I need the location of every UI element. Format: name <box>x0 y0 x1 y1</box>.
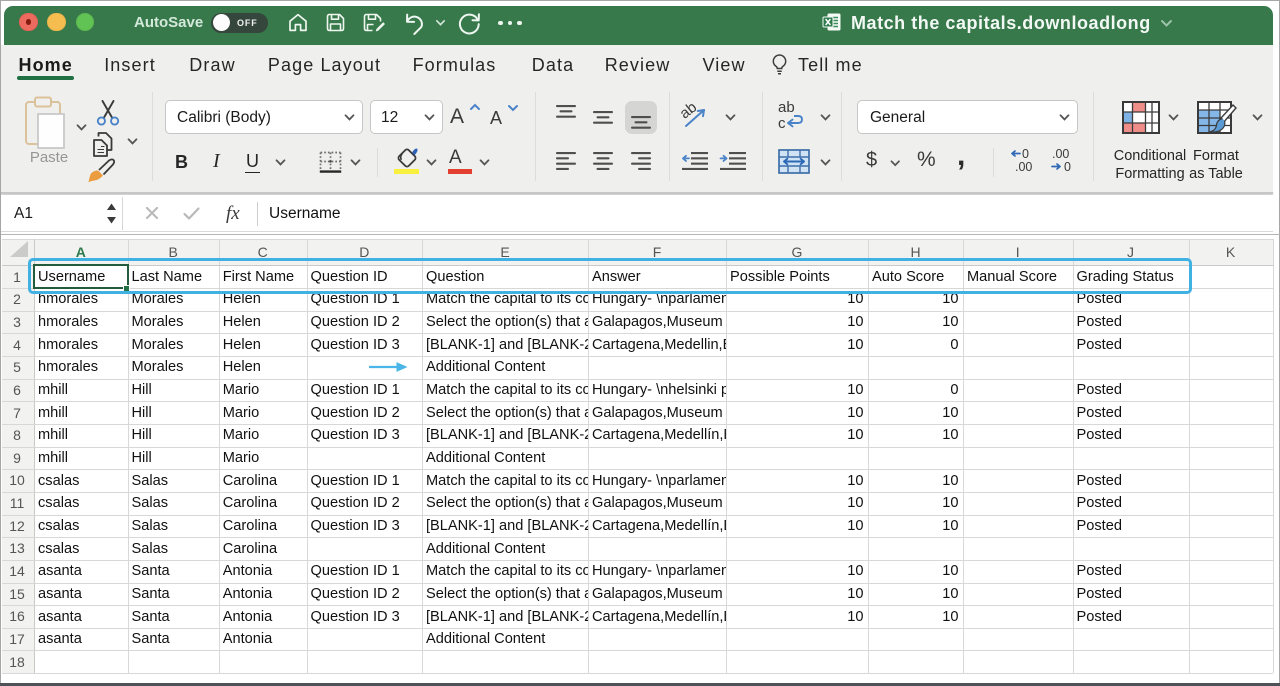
svg-text:0: 0 <box>1022 147 1029 161</box>
svg-text:ab: ab <box>778 99 795 116</box>
svg-text:0: 0 <box>1064 160 1071 174</box>
svg-text:.00: .00 <box>1052 147 1069 161</box>
svg-text:c: c <box>778 115 786 132</box>
svg-text:.00: .00 <box>1015 160 1032 174</box>
svg-text:ab: ab <box>676 99 700 123</box>
